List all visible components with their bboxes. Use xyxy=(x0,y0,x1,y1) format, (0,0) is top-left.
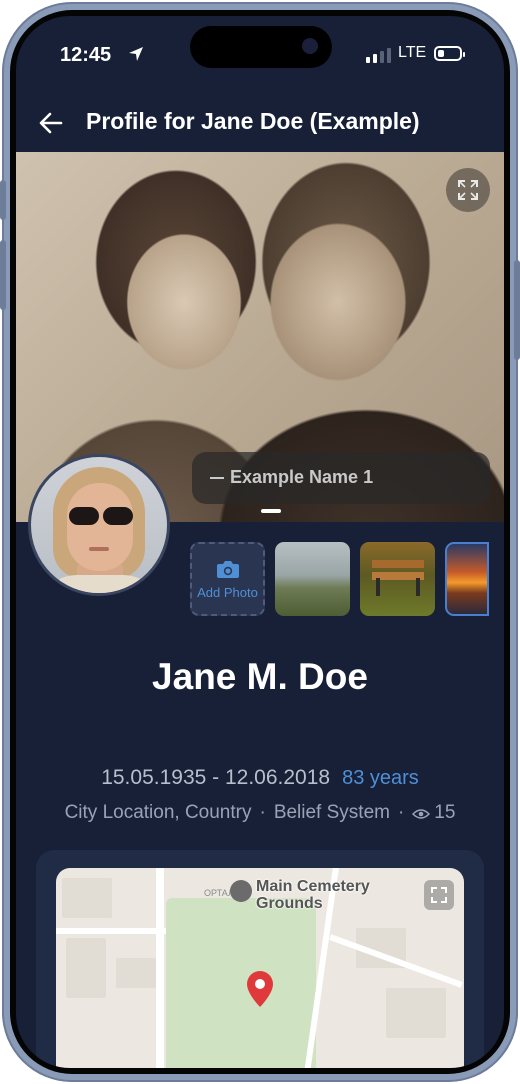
expand-button[interactable] xyxy=(446,168,490,212)
cemetery-poi-icon xyxy=(230,880,252,902)
gallery-thumbnail[interactable] xyxy=(445,542,489,616)
camera-icon xyxy=(216,560,239,578)
status-time: 12:45 xyxy=(60,44,112,66)
side-button xyxy=(514,260,520,360)
map-expand-button[interactable] xyxy=(424,880,454,910)
status-bar: 12:45 LTE xyxy=(16,16,504,88)
cemetery-map[interactable]: ОРТАЛ Main Cemetery Grounds xyxy=(56,868,464,1068)
page-title: Profile for Jane Doe (Example) xyxy=(86,108,420,134)
top-bar: Profile for Jane Doe (Example) xyxy=(16,96,504,152)
map-pin-icon[interactable] xyxy=(246,970,274,1008)
side-button xyxy=(0,240,6,310)
age-label: 83 years xyxy=(342,767,419,789)
arrow-left-icon[interactable] xyxy=(38,110,64,136)
view-count: 15 xyxy=(434,802,456,823)
person-name: Jane M. Doe xyxy=(152,656,368,697)
map-card: ОРТАЛ Main Cemetery Grounds xyxy=(36,850,484,1068)
battery-icon xyxy=(434,46,465,61)
gallery-thumbnail[interactable] xyxy=(360,542,435,616)
app-screen: 12:45 LTE Profile for Jane Doe (Example) xyxy=(16,16,504,1068)
signal-icon xyxy=(366,47,391,63)
location-arrow-icon xyxy=(129,47,143,61)
park-area xyxy=(166,898,316,1068)
photo-gallery: Add Photo xyxy=(190,542,489,616)
life-dates: 15.05.1935 - 12.06.2018 xyxy=(101,766,331,789)
caption-label: Example Name 1 xyxy=(230,467,374,487)
pager-indicator xyxy=(261,509,281,513)
photo-caption: Example Name 1 xyxy=(192,452,490,504)
expand-icon xyxy=(458,180,478,200)
belief-text: Belief System xyxy=(273,802,390,823)
avatar[interactable] xyxy=(28,454,170,596)
life-dates-row: 15.05.1935 - 12.06.2018 83 years xyxy=(16,766,504,790)
expand-icon xyxy=(431,887,447,903)
side-button xyxy=(0,180,6,220)
meta-row: City Location, Country · Belief System · 15 xyxy=(16,802,504,824)
map-place-label: Main Cemetery Grounds xyxy=(256,878,370,912)
add-photo-label: Add Photo xyxy=(197,584,258,600)
dynamic-island xyxy=(190,26,332,68)
dash-icon xyxy=(210,477,224,480)
separator-dot: · xyxy=(259,802,266,823)
separator-dot: · xyxy=(397,802,405,823)
add-photo-button[interactable]: Add Photo xyxy=(190,542,265,616)
location-text: City Location, Country xyxy=(64,802,252,823)
eye-icon xyxy=(412,809,431,819)
network-label: LTE xyxy=(398,44,427,61)
gallery-thumbnail[interactable] xyxy=(275,542,350,616)
